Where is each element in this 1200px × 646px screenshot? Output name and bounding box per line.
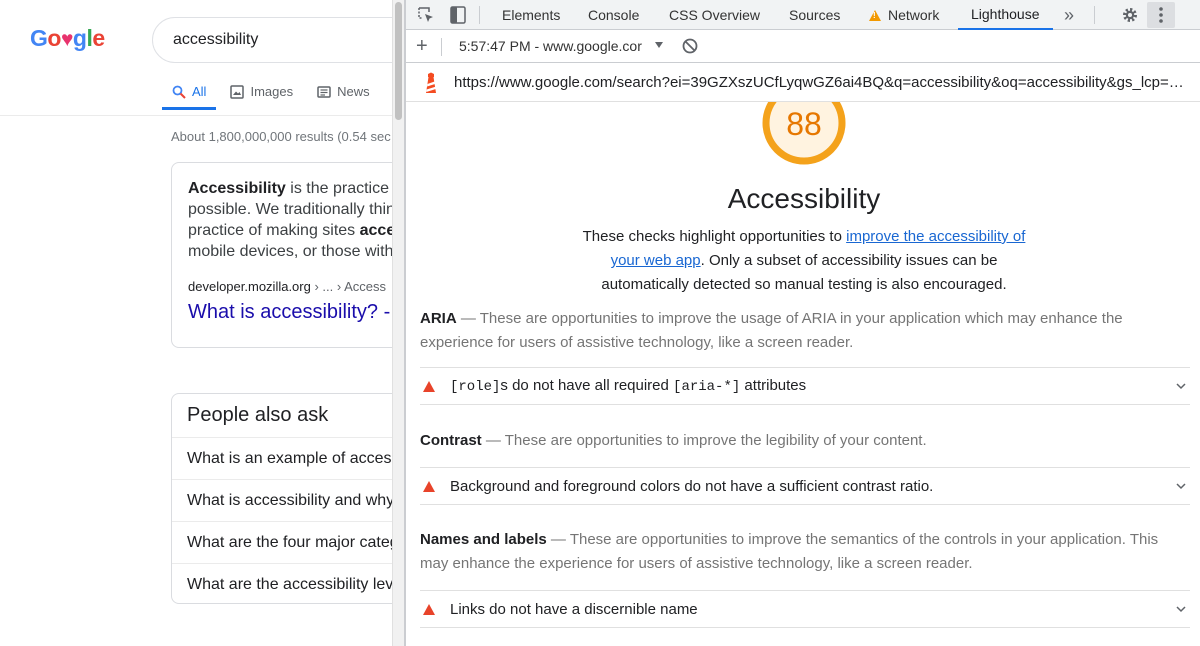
group-header-aria: ARIA — These are opportunities to improv… [420,310,1123,351]
score-value: 88 [786,106,822,142]
audit-title: [role]s do not have all required [aria-*… [450,377,1176,395]
logo-letter: e [92,25,105,51]
result-stats: About 1,800,000,000 results (0.54 sec [171,129,391,144]
audit-text: s do not have all required [500,377,674,394]
report-url-bar: https://www.google.com/search?ei=39GZXsz… [406,63,1200,102]
tab-more-cut[interactable] [384,76,392,110]
group-header-names-labels: Names and labels — These are opportuniti… [420,531,1159,572]
search-query: accessibility [173,31,259,48]
audit-text: attributes [740,377,807,394]
lighthouse-toolbar: + 5:57:47 PM - www.google.cor [406,30,1200,63]
description-text: These checks highlight opportunities to [582,228,847,245]
audit-aria-required-attr[interactable]: [role]s do not have all required [aria-*… [420,367,1190,405]
image-icon [230,84,245,99]
people-also-ask: People also ask What is an example of ac… [171,393,392,604]
tab-css-overview[interactable]: CSS Overview [669,0,760,30]
cite-domain: developer.mozilla.org [188,279,311,294]
paa-question[interactable]: What are the four major catego [172,521,392,563]
audit-title: Background and foreground colors do not … [450,477,934,495]
tab-lighthouse[interactable]: Lighthouse [958,0,1053,30]
snippet-line: possible. We traditionally think [188,201,392,218]
inspect-element-icon[interactable] [416,5,436,25]
featured-snippet: Accessibility is the practice o possible… [171,162,392,348]
tab-all[interactable]: All [162,76,217,110]
audit-link-name[interactable]: Links do not have a discernible name [420,590,1190,628]
logo-letter: o [47,25,61,51]
category-title: Accessibility [727,183,881,214]
warning-icon [869,9,881,21]
google-logo[interactable]: Go♥gle [30,25,105,52]
snippet-text: is the practice o [285,180,392,197]
paa-title: People also ask [187,404,329,426]
snippet-citation: developer.mozilla.org › ... › Access [188,279,392,294]
tab-network[interactable]: Network [869,0,939,30]
fail-icon [423,603,435,615]
news-icon [317,85,331,98]
search-input[interactable]: accessibility [152,17,392,63]
screen: Go♥gle accessibility All Images News Abo… [0,0,1200,646]
lighthouse-report: 88 Accessibility These checks highlight … [406,102,1200,646]
logo-letter: g [72,25,87,51]
toolbar-separator [479,6,480,24]
audit-color-contrast[interactable]: Background and foreground colors do not … [420,467,1190,505]
chevron-down-icon[interactable] [655,42,663,48]
group-header-contrast: Contrast — These are opportunities to im… [420,432,927,449]
code-snippet: [aria-*] [673,379,741,395]
tab-console[interactable]: Console [588,0,639,30]
snippet-line: mobile devices, or those with s [188,243,392,260]
google-results-page: Go♥gle accessibility All Images News Abo… [0,0,392,646]
cite-path: › ... › Access [310,279,386,294]
search-icon [172,85,186,99]
lighthouse-icon [426,72,436,93]
devtools-panel: Elements Console CSS Overview Sources Ne… [406,0,1200,646]
toolbar-separator [441,38,442,56]
paa-question[interactable]: What are the accessibility leve [172,563,392,605]
toolbar-separator [1094,6,1095,24]
group-title: ARIA [420,310,457,327]
snippet-result-link[interactable]: What is accessibility? - L [188,301,392,324]
group-description: These are opportunities to improve the l… [504,432,927,449]
heart-icon: ♥ [60,28,73,51]
tab-images[interactable]: Images [220,76,303,110]
scrollbar-thumb[interactable] [395,2,402,120]
snippet-bold: acces [359,222,392,239]
category-description: These checks highlight opportunities to … [566,225,1042,297]
tab-sources[interactable]: Sources [789,0,840,30]
group-description: These are opportunities to improve the u… [420,310,1123,351]
tab-label: All [192,84,207,99]
tab-label: Images [250,84,294,99]
fail-icon [423,480,435,492]
group-title: Contrast [420,432,482,449]
chevron-down-icon[interactable] [1176,604,1186,614]
audit-title: Links do not have a discernible name [450,600,698,618]
tab-label: News [337,84,370,99]
code-snippet: [role] [450,379,501,395]
tab-news[interactable]: News [307,76,380,110]
devtools-tabbar: Elements Console CSS Overview Sources Ne… [406,0,1200,30]
more-tabs-icon[interactable]: » [1064,0,1074,30]
divider [0,115,392,116]
snippet-text: practice of making sites [188,222,360,239]
clear-block-icon[interactable] [682,38,698,54]
tab-label: Network [888,7,940,23]
paa-question[interactable]: What is accessibility and why i [172,479,392,521]
chevron-down-icon[interactable] [1176,381,1186,391]
fail-icon [423,380,435,392]
gear-icon[interactable] [1120,5,1140,25]
chevron-down-icon[interactable] [1176,481,1186,491]
report-url: https://www.google.com/search?ei=39GZXsz… [454,74,1190,91]
search-tabs: All Images News [162,76,392,110]
paa-question[interactable]: What is an example of accessi [172,437,392,479]
page-scrollbar[interactable] [392,0,404,646]
device-toolbar-icon[interactable] [448,5,468,25]
group-title: Names and labels [420,531,547,548]
logo-letter: G [30,25,48,51]
tab-elements[interactable]: Elements [502,0,560,30]
new-report-button[interactable]: + [416,36,428,56]
snippet-line: Accessibility is the practice o [188,178,392,199]
report-select[interactable]: 5:57:47 PM - www.google.cor [459,38,642,54]
snippet-bold: Accessibility [188,180,286,197]
kebab-menu-icon[interactable] [1147,2,1175,28]
snippet-line: practice of making sites acces [188,220,392,241]
